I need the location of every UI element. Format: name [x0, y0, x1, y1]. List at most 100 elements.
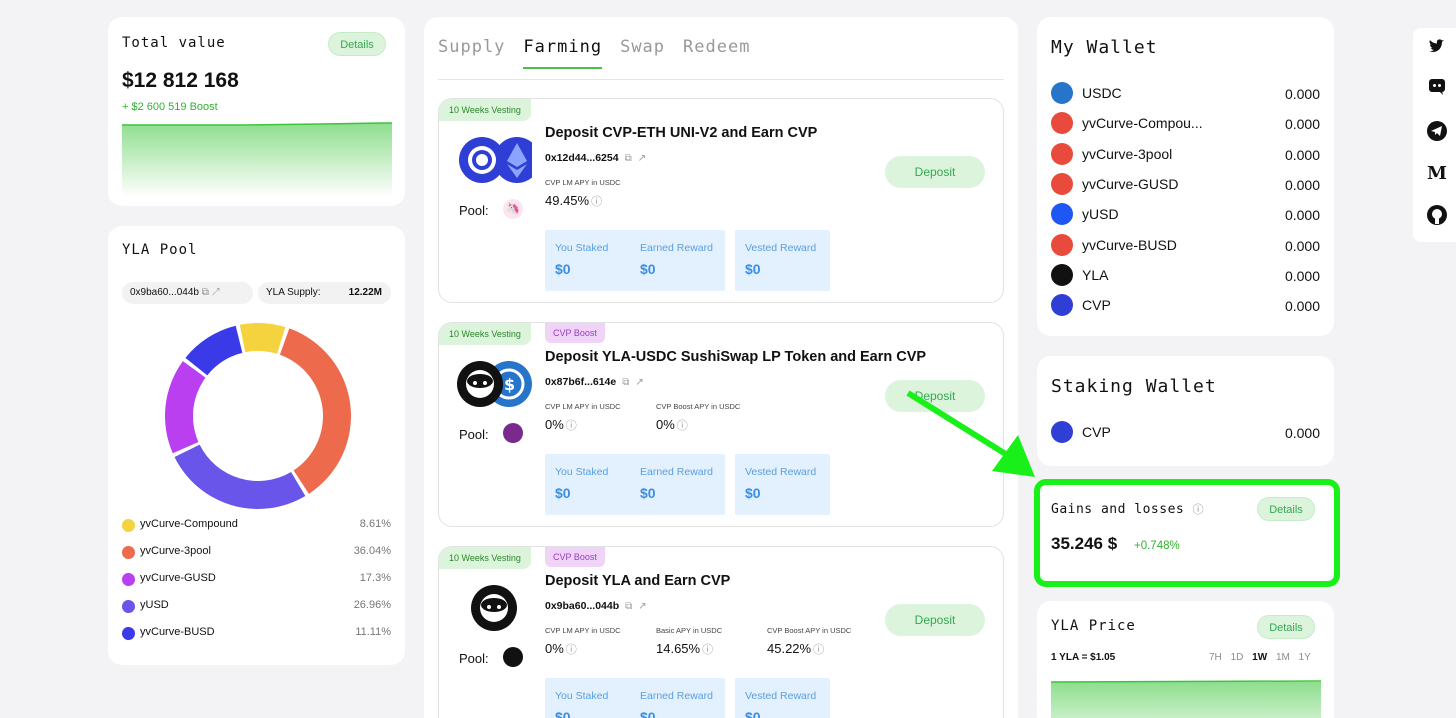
legend-label: yUSD [140, 599, 169, 611]
sushiswap-icon [503, 423, 523, 443]
range-1m[interactable]: 1M [1276, 652, 1290, 663]
twitter-icon[interactable] [1425, 36, 1449, 60]
deposit-button[interactable]: Deposit [885, 156, 985, 188]
wallet-row[interactable]: yvCurve-GUSD 0.000 [1051, 172, 1320, 197]
my-wallet-card: My Wallet USDC 0.000 yvCurve-Compou... 0.00… [1037, 17, 1334, 336]
donut-slice [185, 325, 243, 376]
stat-label: Earned Reward [640, 466, 713, 478]
stat-label: Vested Reward [745, 242, 817, 254]
token-balance: 0.000 [1284, 176, 1320, 193]
token-balance: 0.000 [1284, 86, 1320, 102]
info-icon[interactable]: ⓘ [591, 196, 602, 208]
annotation-arrow [906, 390, 1035, 477]
total-value-chart [122, 122, 392, 197]
apy-value: 45.22% [767, 641, 812, 656]
tab-redeem[interactable]: Redeem [683, 37, 750, 69]
staking-row-cvp[interactable]: CVP 0.000 [1051, 421, 1320, 445]
token-icon [1051, 203, 1073, 226]
stat-label: Vested Reward [745, 690, 817, 702]
copy-icon[interactable]: ⧉ [202, 287, 209, 298]
external-link-icon[interactable]: ↗ [638, 601, 646, 612]
legend-percent: 26.96% [353, 599, 391, 611]
copy-icon[interactable]: ⧉ [625, 153, 632, 164]
stat-label: Earned Reward [640, 690, 713, 702]
legend-dot [122, 573, 135, 586]
apy-label: CVP LM APY in USDC [545, 402, 621, 411]
info-icon[interactable]: ⓘ [702, 644, 713, 656]
wallet-row[interactable]: USDC 0.000 [1051, 82, 1320, 106]
token-icon [1051, 142, 1073, 165]
donut-slice [174, 444, 306, 509]
info-icon[interactable]: ⓘ [566, 644, 577, 656]
wallet-row[interactable]: CVP 0.000 [1051, 294, 1320, 318]
range-1w[interactable]: 1W [1252, 652, 1267, 663]
github-icon[interactable] [1425, 204, 1449, 228]
token-icon [1051, 172, 1073, 195]
info-icon[interactable]: ⓘ [813, 644, 824, 656]
farm-card-cvp-eth: 10 Weeks Vesting Deposit CVP-ETH UNI-V2 … [438, 98, 1004, 303]
info-icon[interactable]: ⓘ [677, 420, 688, 432]
pool-label: Pool: [459, 427, 489, 442]
price-details-button[interactable]: Details [1257, 615, 1315, 639]
farming-panel: Supply Farming Swap Redeem 10 Weeks Vesting… [424, 17, 1018, 718]
telegram-icon[interactable] [1425, 120, 1449, 144]
vesting-badge: 10 Weeks Vesting [439, 547, 531, 569]
total-details-button[interactable]: Details [328, 32, 386, 56]
medium-icon[interactable]: M [1425, 162, 1449, 186]
tab-farming[interactable]: Farming [523, 37, 603, 69]
stat-earned-reward: Earned Reward $0 [630, 230, 725, 291]
external-link-icon[interactable]: ↗ [638, 153, 646, 164]
token-balance: 0.000 [1284, 146, 1320, 163]
deposit-button[interactable]: Deposit [885, 604, 985, 636]
stat-you-staked: You Staked $0 [545, 454, 640, 515]
info-icon[interactable]: ⓘ [566, 420, 577, 432]
token-icon [1051, 233, 1073, 256]
stat-value: $0 [640, 485, 656, 501]
token-icon [1051, 82, 1073, 104]
wallet-row[interactable]: yvCurve-3pool 0.000 [1051, 142, 1320, 167]
legend-item: yvCurve-BUSD 11.11% [122, 624, 391, 642]
apy-cvp-boost: CVP Boost APY in USDC 0% ⓘ [656, 402, 776, 433]
tab-supply[interactable]: Supply [438, 37, 505, 69]
wallet-row[interactable]: yvCurve-Compou... 0.000 [1051, 112, 1320, 136]
copy-icon[interactable]: ⧉ [622, 377, 629, 388]
apy-label: CVP Boost APY in USDC [656, 402, 741, 411]
price-title: YLA Price [1051, 618, 1136, 634]
yla-icon [503, 647, 523, 667]
range-7h[interactable]: 7H [1209, 652, 1222, 663]
legend-item: yvCurve-GUSD 17.3% [122, 570, 391, 588]
external-link-icon[interactable]: ↗ [212, 287, 220, 298]
stat-vested-reward: Vested Reward $0 [735, 454, 830, 515]
token-pair-logos [457, 135, 540, 185]
stat-earned-reward: Earned Reward $0 [630, 678, 725, 718]
stat-value: $0 [555, 485, 571, 501]
range-1y[interactable]: 1Y [1299, 652, 1311, 663]
wallet-row[interactable]: yvCurve-BUSD 0.000 [1051, 233, 1320, 258]
copy-icon[interactable]: ⧉ [625, 601, 632, 612]
tab-swap[interactable]: Swap [620, 37, 665, 69]
legend-dot [122, 546, 135, 559]
total-value-title: Total value [122, 35, 226, 51]
stat-label: Earned Reward [640, 242, 713, 254]
external-link-icon[interactable]: ↗ [635, 377, 643, 388]
wallet-title: My Wallet [1051, 37, 1158, 58]
pool-supply-label: YLA Supply: [266, 287, 321, 298]
apy-value: 49.45% [545, 193, 590, 208]
cvp-icon [1051, 421, 1073, 443]
wallet-row[interactable]: yUSD 0.000 [1051, 203, 1320, 227]
stat-value: $0 [745, 709, 761, 718]
stat-value: $0 [555, 261, 571, 277]
discord-icon[interactable] [1425, 76, 1449, 100]
stat-value: $0 [640, 709, 656, 718]
token-name: yvCurve-GUSD [1082, 175, 1179, 192]
price-chart [1051, 680, 1321, 718]
staking-wallet-card: Staking Wallet CVP 0.000 [1037, 356, 1334, 466]
total-boost: + $2 600 519 Boost [122, 101, 218, 113]
farm-card-yla: 10 Weeks Vesting CVP Boost Deposit YLA a… [438, 546, 1004, 718]
cvp-boost-badge: CVP Boost [545, 323, 605, 343]
range-1d[interactable]: 1D [1231, 652, 1244, 663]
stat-vested-reward: Vested Reward $0 [735, 678, 830, 718]
pool-address-chip[interactable]: 0x9ba60...044b ⧉ ↗ [122, 282, 253, 304]
wallet-row[interactable]: YLA 0.000 [1051, 263, 1320, 288]
staking-title: Staking Wallet [1051, 376, 1217, 397]
